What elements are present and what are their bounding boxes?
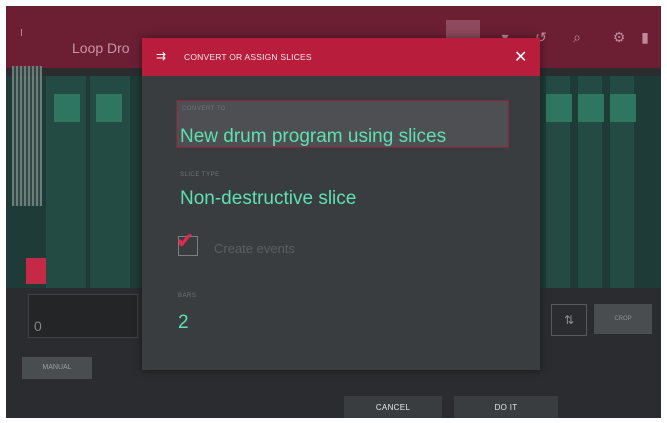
checkmark-icon: ✔: [176, 228, 195, 253]
slice-pad[interactable]: [546, 94, 572, 122]
device-screen: Ⅰ Loop Dro ▾ ↺ ⌕ ⚙ ▮ 0 MANUAL ⇅ CROP CAN…: [6, 6, 661, 418]
slice-field[interactable]: [28, 294, 138, 338]
slice-convert-icon: ⇉: [156, 49, 167, 63]
close-icon[interactable]: ✕: [514, 47, 527, 67]
slice-type-value[interactable]: Non-destructive slice: [180, 188, 356, 210]
app-title: Loop Dro: [72, 40, 130, 56]
playhead-marker: [26, 258, 46, 284]
gear-icon[interactable]: ⚙: [610, 28, 628, 46]
slice-pad[interactable]: [54, 94, 80, 122]
app-logo-icon: Ⅰ: [20, 28, 23, 39]
menu-icon[interactable]: ▮: [636, 28, 654, 46]
waveform: [12, 66, 42, 206]
dialog-title: CONVERT OR ASSIGN SLICES: [184, 52, 312, 62]
convert-to-label: CONVERT TO: [182, 106, 226, 112]
manual-button[interactable]: MANUAL: [22, 357, 92, 379]
create-events-label: Create events: [214, 241, 295, 256]
dialog-header: ⇉ CONVERT OR ASSIGN SLICES ✕: [142, 38, 540, 76]
snap-toggle[interactable]: ⇅: [551, 304, 587, 336]
slice-type-label: SLICE TYPE: [180, 172, 220, 178]
slice-field-value: 0: [34, 318, 42, 334]
slice-pad[interactable]: [578, 94, 604, 122]
bars-label: BARS: [178, 293, 197, 299]
convert-to-value: New drum program using slices: [180, 126, 447, 147]
do-it-button[interactable]: DO IT: [454, 396, 558, 418]
header-toggle[interactable]: [446, 20, 480, 40]
search-icon[interactable]: ⌕: [568, 28, 586, 46]
bars-value[interactable]: 2: [178, 312, 189, 334]
slice-pad[interactable]: [610, 94, 636, 122]
convert-slices-dialog: ⇉ CONVERT OR ASSIGN SLICES ✕ CONVERT TO …: [142, 38, 540, 370]
crop-button[interactable]: CROP: [594, 304, 652, 334]
slice-pad[interactable]: [96, 94, 122, 122]
cancel-button[interactable]: CANCEL: [344, 396, 442, 418]
